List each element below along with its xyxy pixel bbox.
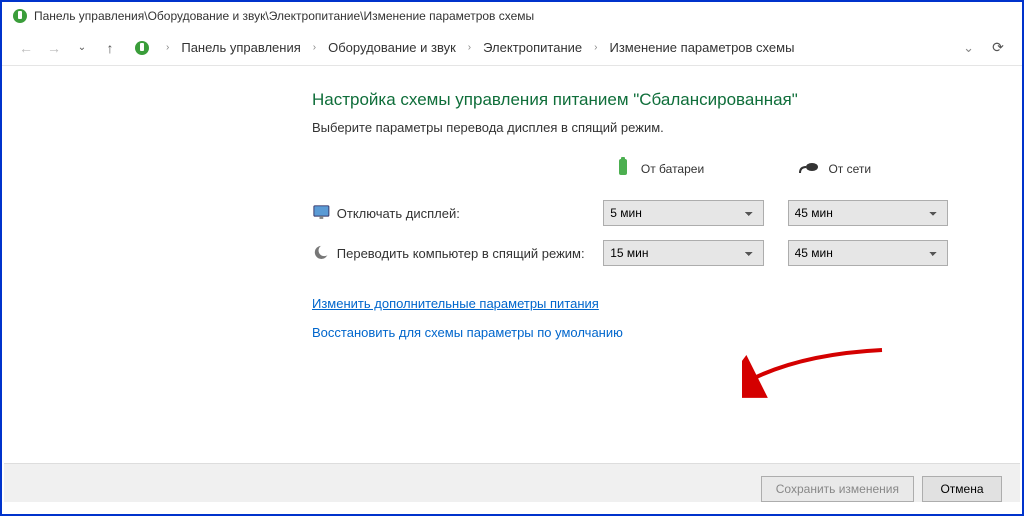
main-content: Настройка схемы управления питанием "Сба… bbox=[2, 66, 1022, 364]
display-plugged-select[interactable]: 45 мин bbox=[788, 200, 948, 226]
sleep-battery-select[interactable]: 15 мин bbox=[603, 240, 763, 266]
window-title: Панель управления\Оборудование и звук\Эл… bbox=[34, 9, 534, 23]
nav-back-button[interactable]: ← bbox=[16, 38, 36, 58]
page-heading: Настройка схемы управления питанием "Сба… bbox=[312, 90, 972, 110]
page-subtext: Выберите параметры перевода дисплея в сп… bbox=[312, 120, 972, 135]
nav-recent-button[interactable]: ⌄ bbox=[72, 38, 92, 58]
address-bar: ← → ⌄ ↑ › Панель управления › Оборудован… bbox=[2, 30, 1022, 66]
column-headers: От батареи От сети bbox=[312, 155, 972, 182]
breadcrumb: › Панель управления › Оборудование и зву… bbox=[164, 36, 800, 59]
cancel-button[interactable]: Отмена bbox=[922, 476, 1002, 502]
breadcrumb-item-power-options[interactable]: Электропитание bbox=[477, 36, 588, 59]
display-battery-select[interactable]: 5 мин bbox=[603, 200, 763, 226]
row-turn-off-display: Отключать дисплей: 5 мин 45 мин bbox=[312, 200, 972, 226]
monitor-icon bbox=[312, 203, 331, 223]
sleep-plugged-select[interactable]: 45 мин bbox=[788, 240, 948, 266]
restore-defaults-link[interactable]: Восстановить для схемы параметры по умол… bbox=[312, 325, 623, 340]
row-display-label: Отключать дисплей: bbox=[337, 206, 603, 221]
breadcrumb-item-hardware-sound[interactable]: Оборудование и звук bbox=[322, 36, 462, 59]
column-battery-label: От батареи bbox=[641, 162, 704, 176]
battery-icon bbox=[611, 155, 635, 182]
breadcrumb-item-edit-plan[interactable]: Изменение параметров схемы bbox=[603, 36, 800, 59]
footer-bar: Сохранить изменения Отмена bbox=[4, 463, 1020, 502]
refresh-button[interactable]: ⟳ bbox=[988, 38, 1008, 58]
chevron-right-icon[interactable]: › bbox=[164, 42, 171, 53]
save-button[interactable]: Сохранить изменения bbox=[761, 476, 914, 502]
chevron-right-icon[interactable]: › bbox=[466, 42, 473, 53]
advanced-settings-link[interactable]: Изменить дополнительные параметры питани… bbox=[312, 296, 599, 311]
nav-forward-button[interactable]: → bbox=[44, 38, 64, 58]
column-plugged-label: От сети bbox=[828, 162, 871, 176]
address-bar-dropdown[interactable]: ⌄ bbox=[963, 40, 974, 56]
breadcrumb-icon bbox=[134, 40, 150, 56]
window-titlebar: Панель управления\Оборудование и звук\Эл… bbox=[2, 2, 1022, 30]
row-sleep: Переводить компьютер в спящий режим: 15 … bbox=[312, 240, 972, 266]
breadcrumb-item-control-panel[interactable]: Панель управления bbox=[175, 36, 306, 59]
nav-up-button[interactable]: ↑ bbox=[100, 38, 120, 58]
moon-icon bbox=[312, 243, 331, 263]
power-options-icon bbox=[12, 8, 28, 24]
chevron-right-icon[interactable]: › bbox=[311, 42, 318, 53]
row-sleep-label: Переводить компьютер в спящий режим: bbox=[337, 246, 603, 261]
chevron-right-icon[interactable]: › bbox=[592, 42, 599, 53]
plug-icon bbox=[798, 155, 822, 182]
links-section: Изменить дополнительные параметры питани… bbox=[312, 296, 972, 354]
